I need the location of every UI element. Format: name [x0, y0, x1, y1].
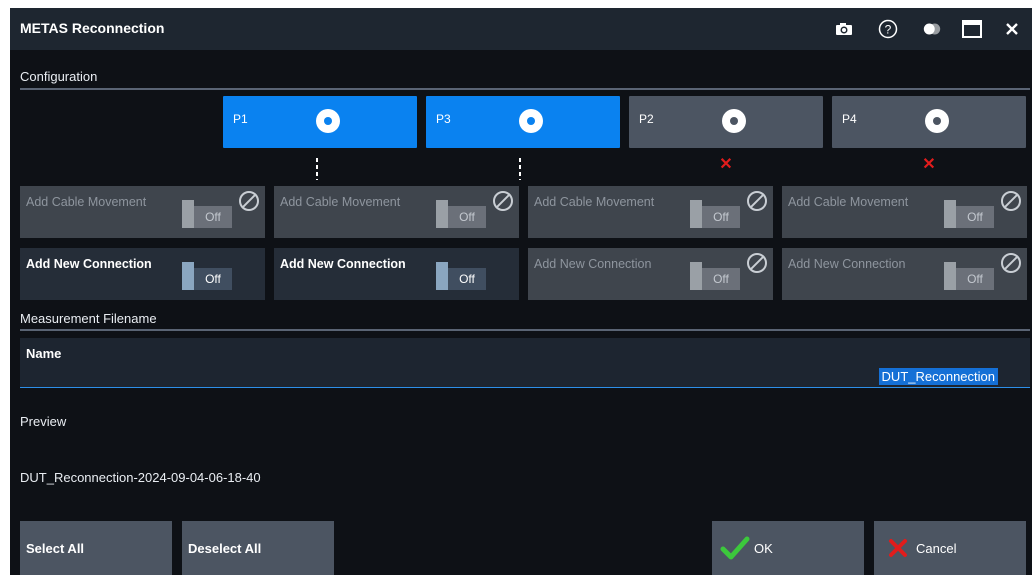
section-divider	[20, 88, 1030, 90]
maximize-icon[interactable]	[962, 19, 982, 39]
port-connector-icon	[722, 109, 746, 133]
cancel-x-icon	[888, 538, 908, 558]
section-divider	[20, 329, 1030, 331]
configuration-label: Configuration	[20, 69, 98, 84]
help-icon[interactable]: ?	[878, 19, 898, 39]
new-connection-option-2[interactable]: Add New Connection Off	[274, 248, 519, 300]
disabled-icon	[1001, 191, 1021, 211]
new-connection-option-1[interactable]: Add New Connection Off	[20, 248, 265, 300]
port-p1[interactable]: P1	[223, 96, 417, 148]
cancel-label: Cancel	[916, 540, 957, 556]
cable-movement-toggle: Off	[944, 200, 1000, 228]
port-p2[interactable]: P2	[629, 96, 823, 148]
disabled-icon	[1001, 253, 1021, 273]
option-label: Add New Connection	[788, 257, 906, 271]
cable-movement-option-2: Add Cable Movement Off	[274, 186, 519, 238]
port-p4[interactable]: P4	[832, 96, 1026, 148]
deselect-all-label: Deselect All	[188, 540, 262, 556]
name-field[interactable]: Name DUT_Reconnection	[20, 338, 1030, 388]
option-label: Add Cable Movement	[280, 195, 401, 209]
option-label: Add New Connection	[534, 257, 652, 271]
port-label: P4	[842, 112, 857, 126]
close-icon[interactable]	[1002, 19, 1022, 39]
connected-indicator	[316, 158, 318, 180]
cable-movement-toggle: Off	[182, 200, 238, 228]
checkmark-icon	[720, 536, 750, 560]
option-label: Add New Connection	[26, 257, 152, 271]
window-title: METAS Reconnection	[20, 20, 165, 36]
ok-label: OK	[754, 540, 773, 556]
port-connector-icon	[519, 109, 543, 133]
option-label: Add New Connection	[280, 257, 406, 271]
connected-indicator	[519, 158, 521, 180]
cancel-button[interactable]: Cancel	[874, 521, 1026, 575]
new-connection-toggle[interactable]: Off	[436, 262, 492, 290]
new-connection-option-4: Add New Connection Off	[782, 248, 1027, 300]
port-connector-icon	[316, 109, 340, 133]
port-label: P2	[639, 112, 654, 126]
camera-icon[interactable]	[834, 19, 854, 39]
preview-label: Preview	[20, 414, 67, 429]
not-connected-x-icon: ✕	[922, 156, 936, 173]
metas-reconnection-dialog: METAS Reconnection ? Configuration P1 P3…	[10, 8, 1032, 575]
new-connection-toggle: Off	[944, 262, 1000, 290]
title-bar: METAS Reconnection ?	[10, 8, 1032, 50]
preview-value: DUT_Reconnection-2024-09-04-06-18-40	[20, 470, 261, 485]
cable-movement-toggle: Off	[436, 200, 492, 228]
svg-text:?: ?	[885, 23, 892, 37]
port-label: P1	[233, 112, 248, 126]
new-connection-toggle: Off	[690, 262, 746, 290]
new-connection-option-3: Add New Connection Off	[528, 248, 773, 300]
disabled-icon	[239, 191, 259, 211]
toggle-display-icon[interactable]	[922, 19, 942, 39]
cable-movement-option-1: Add Cable Movement Off	[20, 186, 265, 238]
new-connection-toggle[interactable]: Off	[182, 262, 238, 290]
option-label: Add Cable Movement	[534, 195, 655, 209]
option-label: Add Cable Movement	[26, 195, 147, 209]
cable-movement-option-4: Add Cable Movement Off	[782, 186, 1027, 238]
option-label: Add Cable Movement	[788, 195, 909, 209]
name-field-label: Name	[26, 346, 62, 361]
port-label: P3	[436, 112, 451, 126]
select-all-button[interactable]: Select All	[20, 521, 172, 575]
measurement-filename-label: Measurement Filename	[20, 311, 157, 326]
cable-movement-option-3: Add Cable Movement Off	[528, 186, 773, 238]
port-connector-icon	[925, 109, 949, 133]
disabled-icon	[747, 253, 767, 273]
disabled-icon	[493, 191, 513, 211]
cable-movement-toggle: Off	[690, 200, 746, 228]
port-p3[interactable]: P3	[426, 96, 620, 148]
select-all-label: Select All	[26, 540, 85, 556]
deselect-all-button[interactable]: Deselect All	[182, 521, 334, 575]
disabled-icon	[747, 191, 767, 211]
name-field-value[interactable]: DUT_Reconnection	[878, 368, 998, 385]
ok-button[interactable]: OK	[712, 521, 864, 575]
not-connected-x-icon: ✕	[719, 156, 733, 173]
